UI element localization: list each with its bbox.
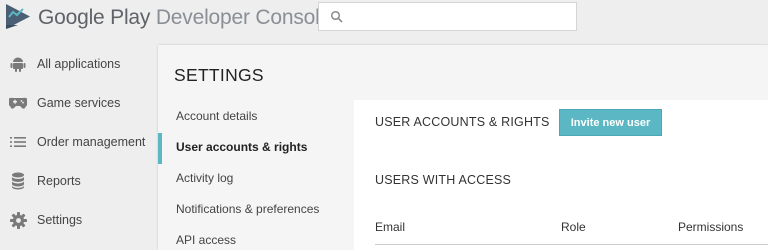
submenu-label: Activity log bbox=[176, 170, 234, 185]
gamepad-icon bbox=[9, 94, 27, 112]
play-developer-logo-icon[interactable] bbox=[5, 3, 31, 30]
submenu-label: Account details bbox=[176, 108, 258, 123]
submenu-item-user-accounts-rights[interactable]: User accounts & rights bbox=[158, 131, 354, 164]
nav-label: Game services bbox=[37, 96, 121, 110]
submenu-label: User accounts & rights bbox=[176, 139, 308, 154]
submenu-item-api-access[interactable]: API access bbox=[158, 224, 354, 250]
nav-item-order-management[interactable]: Order management bbox=[0, 125, 158, 159]
column-header-permissions[interactable]: Permissions bbox=[678, 220, 743, 234]
nav-label: Reports bbox=[37, 174, 81, 188]
nav-item-settings[interactable]: Settings bbox=[0, 203, 158, 237]
nav-label: Settings bbox=[37, 213, 83, 227]
list-icon bbox=[9, 133, 27, 151]
nav-item-game-services[interactable]: Game services bbox=[0, 86, 158, 120]
section-heading-user-accounts: USER ACCOUNTS & RIGHTS bbox=[375, 115, 550, 129]
submenu-item-account-details[interactable]: Account details bbox=[158, 100, 354, 131]
android-icon bbox=[9, 55, 27, 73]
column-header-email[interactable]: Email bbox=[375, 220, 405, 234]
search-icon bbox=[330, 10, 343, 23]
invite-new-user-button[interactable]: Invite new user bbox=[559, 109, 662, 136]
submenu-label: API access bbox=[176, 232, 237, 247]
nav-item-reports[interactable]: Reports bbox=[0, 164, 158, 198]
page-title: SETTINGS bbox=[174, 65, 264, 85]
user-accounts-content: USER ACCOUNTS & RIGHTS Invite new user U… bbox=[354, 100, 768, 250]
section-heading-users-with-access: USERS WITH ACCESS bbox=[375, 173, 512, 187]
top-bar: Google Play Developer Console bbox=[0, 0, 768, 36]
brand-secondary: Developer Console bbox=[155, 6, 332, 29]
table-divider bbox=[375, 244, 768, 245]
brand-primary: Google Play bbox=[38, 6, 151, 29]
nav-label: Order management bbox=[37, 135, 146, 149]
settings-panel: SETTINGS Account details User accounts &… bbox=[158, 45, 768, 250]
submenu-label: Notifications & preferences bbox=[176, 201, 320, 216]
settings-submenu: Account details User accounts & rights A… bbox=[158, 100, 354, 250]
column-header-role[interactable]: Role bbox=[561, 220, 586, 234]
database-icon bbox=[9, 172, 27, 190]
nav-item-all-applications[interactable]: All applications bbox=[0, 47, 158, 81]
gear-icon bbox=[9, 211, 27, 229]
submenu-item-notifications-preferences[interactable]: Notifications & preferences bbox=[158, 193, 354, 224]
submenu-item-activity-log[interactable]: Activity log bbox=[158, 162, 354, 193]
search-input[interactable] bbox=[318, 2, 577, 31]
nav-label: All applications bbox=[37, 57, 121, 71]
app-title[interactable]: Google Play Developer Console bbox=[38, 6, 331, 30]
